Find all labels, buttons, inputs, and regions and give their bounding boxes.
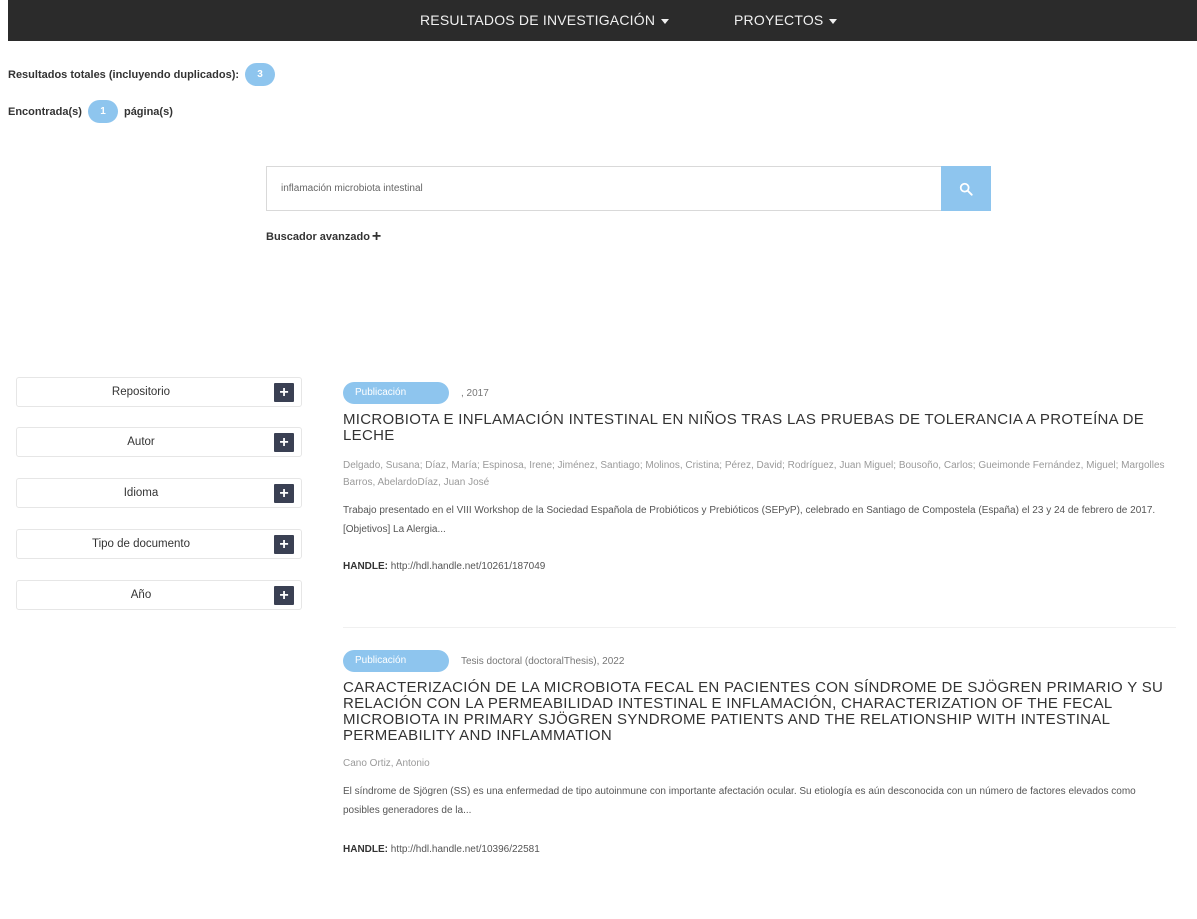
result-type-year: Tesis doctoral (doctoralThesis), 2022 bbox=[461, 655, 625, 667]
result-item: Publicación Tesis doctoral (doctoralThes… bbox=[343, 650, 1173, 855]
plus-icon: + bbox=[371, 228, 382, 245]
total-results-label: Resultados totales (incluyendo duplicado… bbox=[8, 68, 240, 81]
advanced-search-link[interactable]: Buscador avanzado + bbox=[266, 229, 381, 245]
result-divider bbox=[343, 627, 1176, 628]
nav-projects[interactable]: PROYECTOS bbox=[734, 12, 838, 28]
total-results-line: Resultados totales (incluyendo duplicado… bbox=[8, 63, 281, 86]
result-type-year: , 2017 bbox=[461, 387, 489, 399]
facet-anio[interactable]: Año + bbox=[16, 580, 302, 610]
pages-count: 1 bbox=[87, 100, 118, 123]
result-item: Publicación , 2017 MICROBIOTA E INFLAMAC… bbox=[343, 382, 1173, 572]
handle-label: HANDLE: bbox=[343, 844, 388, 855]
expand-plus-icon[interactable]: + bbox=[274, 484, 294, 503]
facet-label: Autor bbox=[127, 436, 155, 448]
expand-plus-icon[interactable]: + bbox=[274, 433, 294, 452]
facet-label: Tipo de documento bbox=[91, 538, 191, 550]
facet-label: Año bbox=[130, 589, 152, 601]
nav-research-results-label: RESULTADOS DE INVESTIGACIÓN bbox=[420, 12, 656, 28]
search-input-value: inflamación microbiota intestinal bbox=[281, 183, 423, 194]
nav-projects-label: PROYECTOS bbox=[734, 12, 824, 28]
facet-idioma[interactable]: Idioma + bbox=[16, 478, 302, 508]
nav-research-results[interactable]: RESULTADOS DE INVESTIGACIÓN bbox=[420, 12, 670, 28]
advanced-search-label: Buscador avanzado bbox=[266, 231, 370, 243]
handle-link[interactable]: http://hdl.handle.net/10396/22581 bbox=[391, 844, 540, 855]
result-abstract: El síndrome de Sjögren (SS) es una enfer… bbox=[343, 786, 1136, 816]
facet-label: Idioma bbox=[123, 487, 159, 499]
facet-autor[interactable]: Autor + bbox=[16, 427, 302, 457]
search-icon bbox=[959, 182, 973, 196]
publication-badge: Publicación bbox=[343, 382, 449, 404]
result-abstract: Trabajo presentado en el VIII Workshop d… bbox=[343, 505, 1156, 535]
total-results-count: 3 bbox=[245, 63, 276, 86]
result-authors: Cano Ortiz, Antonio bbox=[343, 758, 430, 769]
facet-tipo-documento[interactable]: Tipo de documento + bbox=[16, 529, 302, 559]
top-navbar: RESULTADOS DE INVESTIGACIÓN PROYECTOS bbox=[8, 0, 1197, 41]
result-authors: Delgado, Susana; Díaz, María; Espinosa, … bbox=[343, 460, 1165, 488]
expand-plus-icon[interactable]: + bbox=[274, 535, 294, 554]
expand-plus-icon[interactable]: + bbox=[274, 383, 294, 402]
handle-label: HANDLE: bbox=[343, 561, 388, 572]
publication-badge: Publicación bbox=[343, 650, 449, 672]
caret-down-icon bbox=[661, 18, 670, 24]
search-input[interactable]: inflamación microbiota intestinal bbox=[266, 166, 941, 211]
result-title-link[interactable]: CARACTERIZACIÓN DE LA MICROBIOTA FECAL E… bbox=[343, 680, 1173, 744]
handle-link[interactable]: http://hdl.handle.net/10261/187049 bbox=[391, 561, 546, 572]
caret-down-icon bbox=[829, 18, 838, 24]
result-handle: HANDLE: http://hdl.handle.net/10396/2258… bbox=[343, 844, 1173, 855]
result-title-link[interactable]: MICROBIOTA E INFLAMACIÓN INTESTINAL EN N… bbox=[343, 412, 1173, 444]
facet-repositorio[interactable]: Repositorio + bbox=[16, 377, 302, 407]
found-label: Encontrada(s) bbox=[8, 105, 82, 118]
result-meta: Publicación Tesis doctoral (doctoralThes… bbox=[343, 650, 1173, 672]
facet-label: Repositorio bbox=[111, 386, 171, 398]
result-meta: Publicación , 2017 bbox=[343, 382, 1173, 404]
expand-plus-icon[interactable]: + bbox=[274, 586, 294, 605]
result-handle: HANDLE: http://hdl.handle.net/10261/1870… bbox=[343, 561, 1173, 572]
search-button[interactable] bbox=[941, 166, 991, 211]
pages-label: página(s) bbox=[123, 105, 173, 118]
pages-found-line: Encontrada(s) 1 página(s) bbox=[8, 100, 173, 123]
